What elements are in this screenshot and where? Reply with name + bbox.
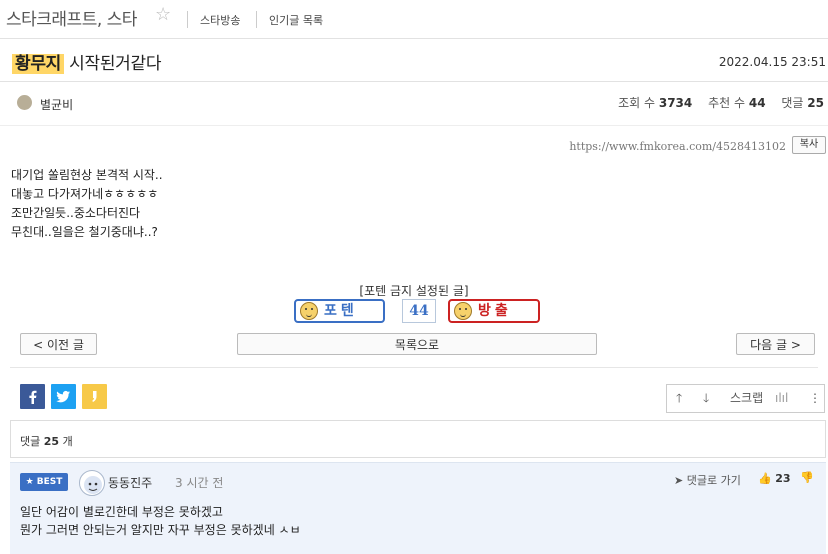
comment-count-label: 댓글 <box>20 435 41 448</box>
star-outline-icon[interactable]: ☆ <box>155 4 171 25</box>
best-badge: ★ BEST <box>20 473 68 491</box>
stats-icon[interactable]: ılıl <box>775 385 788 412</box>
thumbs-up-icon: 👍 <box>758 472 772 485</box>
likes-label: 추천 수 <box>708 96 746 110</box>
upvote-button[interactable]: 포텐 <box>294 299 385 323</box>
angry-face-icon <box>454 302 472 320</box>
likes-count: 44 <box>748 96 766 110</box>
comment-count-box <box>10 420 826 458</box>
vote-count: 44 <box>402 299 436 323</box>
post-date: 2022.04.15 23:51 <box>718 55 826 69</box>
comments-count: 25 <box>807 96 824 110</box>
comment-author[interactable]: 동동진주 <box>108 474 152 491</box>
link-popular-list[interactable]: 인기글 목록 <box>269 12 323 28</box>
copy-url-button[interactable]: 복사 <box>792 136 826 154</box>
avatar[interactable] <box>79 470 105 496</box>
comment-body: 일단 어감이 별로긴한데 부정은 못하겠고 뭔가 그러면 안되는거 알지만 자꾸… <box>20 503 301 539</box>
content-line: 조만간일듯..중소다터진다 <box>11 206 141 220</box>
author-name[interactable]: 별균비 <box>40 96 73 113</box>
divider <box>10 367 818 368</box>
comment-like-count: 23 <box>775 472 791 485</box>
views-count: 3734 <box>658 96 693 110</box>
facebook-icon[interactable] <box>20 384 45 409</box>
post-stats: 조회 수 3734 추천 수 44 댓글 25 <box>618 94 824 111</box>
list-button[interactable]: 목록으로 <box>237 333 597 355</box>
post-tools: 🡑 🡓 스크랩 ılıl ⋮ <box>666 384 825 413</box>
content-line: 대놓고 다가져가네ㅎㅎㅎㅎㅎ <box>11 187 159 201</box>
twitter-icon[interactable] <box>51 384 76 409</box>
divider <box>187 11 188 28</box>
send-icon: ➤ <box>674 474 684 487</box>
downvote-button[interactable]: 방출 <box>448 299 540 323</box>
comment-line: 뭔가 그러면 안되는거 알지만 자꾸 부정은 못하겠네 ㅅㅂ <box>20 523 301 537</box>
arrow-up-icon[interactable]: 🡑 <box>676 385 682 412</box>
comment-time: 3 시간 전 <box>175 476 224 490</box>
comment-line: 일단 어감이 별로긴한데 부정은 못하겠고 <box>20 505 223 519</box>
post-title: 황무지 시작된거같다 <box>12 49 161 74</box>
scrap-button[interactable]: 스크랩 <box>730 385 763 412</box>
author-level-icon <box>17 95 32 110</box>
post-url[interactable]: https://www.fmkorea.com/4528413102 <box>569 140 786 153</box>
kakaostory-icon[interactable] <box>82 384 107 409</box>
content-line: 무친대..일을은 철기중대냐..? <box>11 225 158 239</box>
board-title[interactable]: 스타크래프트, 스타 <box>6 5 137 30</box>
link-star-broadcast[interactable]: 스타방송 <box>200 12 240 28</box>
arrow-down-icon[interactable]: 🡓 <box>703 385 709 412</box>
comment-count-suffix: 개 <box>62 435 73 448</box>
content-line: 대기업 쏠림현상 본격적 시작.. <box>11 168 163 182</box>
downvote-label: 방출 <box>478 303 512 319</box>
thumbs-down-icon[interactable]: 👎 <box>800 471 814 484</box>
next-post-button[interactable]: 다음 글 > <box>736 333 815 355</box>
title-text: 시작된거같다 <box>64 54 162 74</box>
comment-count: 댓글 25 개 <box>20 433 73 449</box>
smile-face-icon <box>300 302 318 320</box>
more-icon[interactable]: ⋮ <box>809 385 821 412</box>
divider <box>256 11 257 28</box>
comments-label: 댓글 <box>781 96 804 110</box>
title-highlight: 황무지 <box>12 54 65 74</box>
comment-like-button[interactable]: 👍 23 <box>758 472 791 485</box>
prev-post-button[interactable]: < 이전 글 <box>20 333 97 355</box>
post-content: 대기업 쏠림현상 본격적 시작.. 대놓고 다가져가네ㅎㅎㅎㅎㅎ 조만간일듯..… <box>11 166 163 242</box>
vote-notice: [포텐 금지 설정된 글] <box>359 284 469 298</box>
best-badge-label: BEST <box>36 477 63 487</box>
goto-comment-button[interactable]: ➤ 댓글로 가기 <box>674 472 741 488</box>
comment-count-value: 25 <box>43 435 60 448</box>
goto-comment-label: 댓글로 가기 <box>686 474 741 487</box>
views-label: 조회 수 <box>618 96 656 110</box>
upvote-label: 포텐 <box>324 303 358 319</box>
